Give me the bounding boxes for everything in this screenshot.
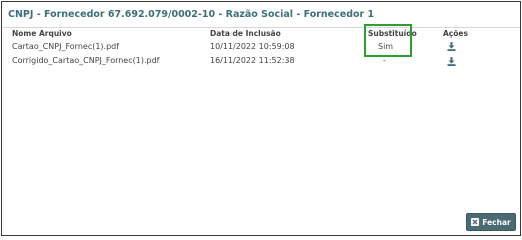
download-icon[interactable]	[447, 42, 456, 51]
column-header-actions: Ações	[443, 29, 468, 38]
row-1-replaced: Sim	[378, 42, 394, 51]
column-header-date: Data de Inclusão	[210, 29, 281, 38]
download-icon[interactable]	[447, 57, 456, 66]
row-2-file-name: Corrigido_Cartao_CNPJ_Fornec(1).pdf	[12, 56, 160, 65]
row-1-date: 10/11/2022 10:59:08	[210, 42, 295, 51]
close-icon	[471, 218, 480, 226]
row-2-replaced: -	[383, 56, 386, 65]
row-1-file-name: Cartao_CNPJ_Fornec(1).pdf	[12, 42, 120, 51]
replaced-column-highlight	[364, 24, 412, 57]
modal-header: CNPJ - Fornecedor 67.692.079/0002-10 - R…	[2, 2, 520, 28]
row-2-date: 16/11/2022 11:52:38	[210, 56, 295, 65]
attachments-modal: CNPJ - Fornecedor 67.692.079/0002-10 - R…	[1, 1, 521, 236]
column-header-file-name: Nome Arquivo	[12, 29, 72, 38]
close-button[interactable]: Fechar	[466, 213, 516, 231]
modal-title: CNPJ - Fornecedor 67.692.079/0002-10 - R…	[8, 9, 375, 20]
close-button-label: Fechar	[482, 217, 511, 227]
